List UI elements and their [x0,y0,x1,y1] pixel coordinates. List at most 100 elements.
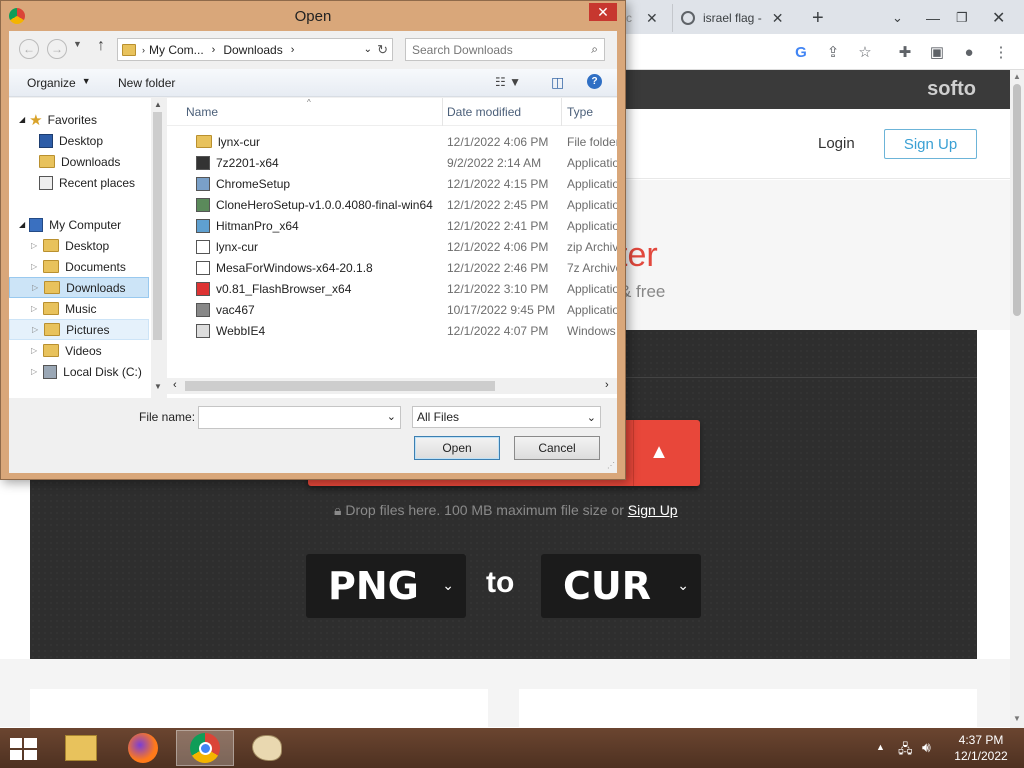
extensions-icon[interactable]: ✚ [892,39,918,65]
file-type-select[interactable]: All Files ⌄ [412,406,601,428]
open-button[interactable]: Open [414,436,500,460]
from-format-select[interactable]: PNG ⌄ [306,554,466,618]
tree-favorites[interactable]: ◢ ★ Favorites [19,109,97,130]
forward-button[interactable]: → [47,39,67,59]
close-window-icon[interactable]: ✕ [992,4,1005,32]
chevron-right-icon[interactable]: › [291,44,295,56]
sidepanel-icon[interactable]: ▣ [924,39,950,65]
recent-locations-icon[interactable]: ▼ [73,39,82,49]
preview-pane-icon[interactable]: ◫ [551,74,564,91]
menu-icon[interactable]: ⋮ [988,39,1014,65]
scroll-up-icon[interactable]: ▲ [1013,72,1021,81]
column-type[interactable]: Type [567,105,593,119]
chrome-taskbar[interactable] [176,730,234,766]
file-row[interactable]: vac467 10/17/2022 9:45 PM Applicatio [167,299,617,320]
tree-videos[interactable]: ▷ Videos [31,340,102,361]
scroll-thumb[interactable] [1013,84,1021,316]
scroll-thumb[interactable] [185,381,495,391]
close-icon[interactable]: ✕ [772,10,784,27]
chevron-right-icon[interactable]: › [212,44,216,56]
search-icon[interactable]: ⌕ [591,42,598,57]
signup-button[interactable]: Sign Up [884,129,977,159]
collapse-icon[interactable]: ▷ [31,262,37,271]
collapse-icon[interactable]: ▷ [31,367,37,376]
page-scrollbar[interactable]: ▲ ▼ [1010,70,1024,728]
scroll-left-icon[interactable]: ‹ [173,379,177,391]
back-button[interactable]: ← [19,39,39,59]
collapse-icon[interactable]: ▷ [32,283,38,292]
profile-icon[interactable]: ● [956,39,982,65]
paint-taskbar[interactable] [238,730,296,766]
new-tab-button[interactable]: + [812,4,832,32]
to-format-select[interactable]: CUR ⌄ [541,554,701,618]
tree-downloads-selected[interactable]: ▷ Downloads [9,277,149,298]
file-name-input[interactable]: ⌄ [198,406,401,429]
collapse-icon[interactable]: ▷ [31,241,37,250]
scroll-thumb[interactable] [153,112,162,340]
expand-icon[interactable]: ◢ [19,220,25,229]
tree-desktop[interactable]: ▷ Desktop [31,235,109,256]
breadcrumb-downloads[interactable]: Downloads [223,43,282,57]
login-link[interactable]: Login [818,135,855,152]
address-bar[interactable]: › My Com... › Downloads › ⌄ ↻ [117,38,393,61]
new-folder-button[interactable]: New folder [118,76,175,90]
scroll-right-icon[interactable]: › [605,379,609,391]
scroll-down-icon[interactable]: ▼ [154,382,162,391]
file-explorer-taskbar[interactable] [52,730,110,766]
chevron-down-icon[interactable]: ⌄ [387,410,396,423]
restore-icon[interactable]: ❐ [956,4,968,32]
view-options-icon[interactable]: ☷ ▼ [495,75,521,89]
search-box[interactable]: Search Downloads ⌕ [405,38,605,61]
resize-grip[interactable]: ⋰ [607,461,615,470]
minimize-icon[interactable]: — [926,4,940,32]
tree-pictures[interactable]: ▷ Pictures [9,319,149,340]
cancel-button[interactable]: Cancel [514,436,600,460]
tab-israel-flag[interactable]: israel flag - ✕ [672,4,796,32]
volume-icon[interactable]: 🔊︎ [922,739,931,756]
drop-signup-link[interactable]: Sign Up [628,502,678,518]
site-logo[interactable]: softo [927,78,976,101]
start-button[interactable] [10,738,38,760]
help-icon[interactable]: ? [587,74,602,89]
tree-my-computer[interactable]: ◢ My Computer [19,214,121,235]
scroll-up-icon[interactable]: ▲ [154,100,162,109]
tree-fav-desktop[interactable]: Desktop [39,130,103,151]
collapse-icon[interactable]: ▷ [32,325,38,334]
tree-music[interactable]: ▷ Music [31,298,97,319]
tree-fav-downloads[interactable]: Downloads [39,151,120,172]
file-row[interactable]: WebbIE4 12/1/2022 4:07 PM Windows [167,320,617,341]
share-icon[interactable]: ⇪ [820,39,846,65]
file-row[interactable]: lynx-cur 12/1/2022 4:06 PM zip Archiv [167,236,617,257]
scroll-down-icon[interactable]: ▼ [1013,714,1021,723]
firefox-taskbar[interactable] [114,730,172,766]
refresh-icon[interactable]: ↻ [377,42,388,58]
breadcrumb-my-computer[interactable]: My Com... [149,43,204,57]
star-icon[interactable]: ☆ [852,39,878,65]
file-row[interactable]: lynx-cur 12/1/2022 4:06 PM File folder [167,131,617,152]
column-name[interactable]: Name [186,105,218,119]
file-row[interactable]: 7z2201-x64 9/2/2022 2:14 AM Applicatio [167,152,617,173]
file-row[interactable]: v0.81_FlashBrowser_x64 12/1/2022 3:10 PM A… [167,278,617,299]
collapse-icon[interactable]: ▷ [31,346,37,355]
file-row[interactable]: MesaForWindows-x64-20.1.8 12/1/2022 2:46 … [167,257,617,278]
tree-fav-recent[interactable]: Recent places [39,172,135,193]
tab-previous[interactable]: c ✕ [620,4,670,32]
list-h-scrollbar[interactable]: ‹ › [167,378,617,394]
google-icon[interactable]: G [788,39,814,65]
clock[interactable]: 4:37 PM 12/1/2022 [946,732,1016,764]
tab-search-icon[interactable]: ⌄ [892,4,903,32]
file-row[interactable]: CloneHeroSetup-v1.0.0.4080-final-win64 12… [167,194,617,215]
collapse-icon[interactable]: ▷ [31,304,37,313]
up-button[interactable]: ↑ [97,37,105,55]
organize-button[interactable]: Organize ▼ [27,76,91,90]
file-row[interactable]: HitmanPro_x64 12/1/2022 2:41 PM Applicatio [167,215,617,236]
nav-scrollbar[interactable]: ▲ ▼ [151,98,165,398]
address-dropdown-icon[interactable]: ⌄ [364,44,372,55]
dialog-close-button[interactable]: ✕ [589,3,617,21]
tree-local-disk[interactable]: ▷ Local Disk (C:) [31,361,142,382]
close-icon[interactable]: ✕ [646,10,658,27]
show-hidden-icons[interactable]: ▲ [876,742,885,752]
google-drive-icon[interactable]: ▲ [646,442,672,462]
expand-icon[interactable]: ◢ [19,115,25,124]
network-icon[interactable]: 🖧︎ [898,740,913,762]
